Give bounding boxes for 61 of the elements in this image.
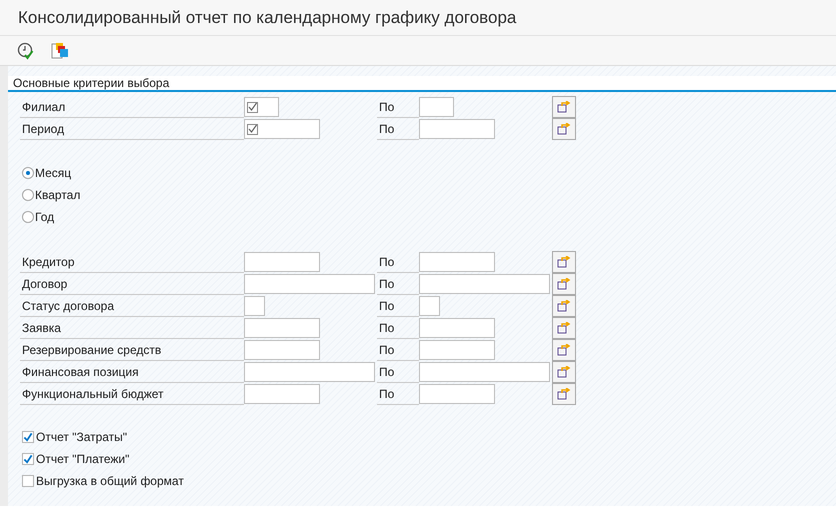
input-field[interactable] bbox=[419, 119, 495, 139]
box-arrow-icon bbox=[557, 366, 571, 378]
field-label: Резервирование средств bbox=[20, 340, 244, 361]
box-arrow-icon bbox=[557, 300, 571, 312]
box-arrow-icon bbox=[557, 388, 571, 400]
input-field[interactable] bbox=[244, 340, 320, 360]
input-field[interactable] bbox=[244, 97, 279, 117]
box-arrow-icon bbox=[557, 344, 571, 356]
input-field[interactable] bbox=[419, 274, 550, 294]
input-field[interactable] bbox=[244, 119, 320, 139]
multiple-selection-button[interactable] bbox=[552, 251, 576, 273]
input-field[interactable] bbox=[419, 362, 550, 382]
section-title: Основные критерии выбора bbox=[13, 76, 170, 90]
box-arrow-icon bbox=[557, 123, 571, 135]
input-field[interactable] bbox=[244, 296, 265, 316]
field-label: Функциональный бюджет bbox=[20, 384, 244, 405]
multiple-selection-button[interactable] bbox=[552, 361, 576, 383]
field-label: Статус договора bbox=[20, 296, 244, 317]
input-field[interactable] bbox=[419, 296, 440, 316]
checkbox[interactable] bbox=[22, 475, 34, 487]
input-field[interactable] bbox=[244, 318, 320, 338]
input-field[interactable] bbox=[244, 274, 375, 294]
multiple-selection-button[interactable] bbox=[552, 295, 576, 317]
input-field[interactable] bbox=[244, 252, 320, 272]
input-field[interactable] bbox=[419, 97, 454, 117]
radio-button[interactable] bbox=[22, 211, 34, 223]
input-field[interactable] bbox=[419, 252, 495, 272]
radio-label: Месяц bbox=[35, 165, 72, 182]
checkbox-label: Отчет "Платежи" bbox=[36, 451, 130, 468]
clock-check-icon[interactable] bbox=[16, 40, 36, 60]
box-arrow-icon bbox=[557, 322, 571, 334]
box-arrow-icon bbox=[557, 101, 571, 113]
field-label: Период bbox=[20, 119, 244, 140]
input-field[interactable] bbox=[244, 384, 320, 404]
multiple-selection-button[interactable] bbox=[552, 96, 576, 118]
multiple-selection-button[interactable] bbox=[552, 273, 576, 295]
box-arrow-icon bbox=[557, 256, 571, 268]
layers-icon[interactable] bbox=[50, 40, 70, 60]
input-field[interactable] bbox=[244, 362, 375, 382]
checkbox[interactable] bbox=[22, 453, 34, 465]
input-field[interactable] bbox=[419, 340, 495, 360]
field-label: Заявка bbox=[20, 318, 244, 339]
field-label: Договор bbox=[20, 274, 244, 295]
input-field[interactable] bbox=[419, 318, 495, 338]
radio-label: Год bbox=[35, 209, 54, 226]
field-label: Кредитор bbox=[20, 252, 244, 273]
radio-button[interactable] bbox=[22, 167, 34, 179]
field-label: Филиал bbox=[20, 97, 244, 118]
radio-label: Квартал bbox=[35, 187, 80, 204]
multiple-selection-button[interactable] bbox=[552, 383, 576, 405]
multiple-selection-button[interactable] bbox=[552, 118, 576, 140]
multiple-selection-button[interactable] bbox=[552, 317, 576, 339]
box-arrow-icon bbox=[557, 278, 571, 290]
input-field[interactable] bbox=[419, 384, 495, 404]
radio-button[interactable] bbox=[22, 189, 34, 201]
multiple-selection-button[interactable] bbox=[552, 339, 576, 361]
checkbox-label: Выгрузка в общий формат bbox=[36, 473, 184, 490]
checkbox-label: Отчет "Затраты" bbox=[36, 429, 128, 446]
checkbox[interactable] bbox=[22, 431, 34, 443]
window-title: Консолидированный отчет по календарному графику договора bbox=[18, 6, 516, 29]
field-label: Финансовая позиция bbox=[20, 362, 244, 383]
